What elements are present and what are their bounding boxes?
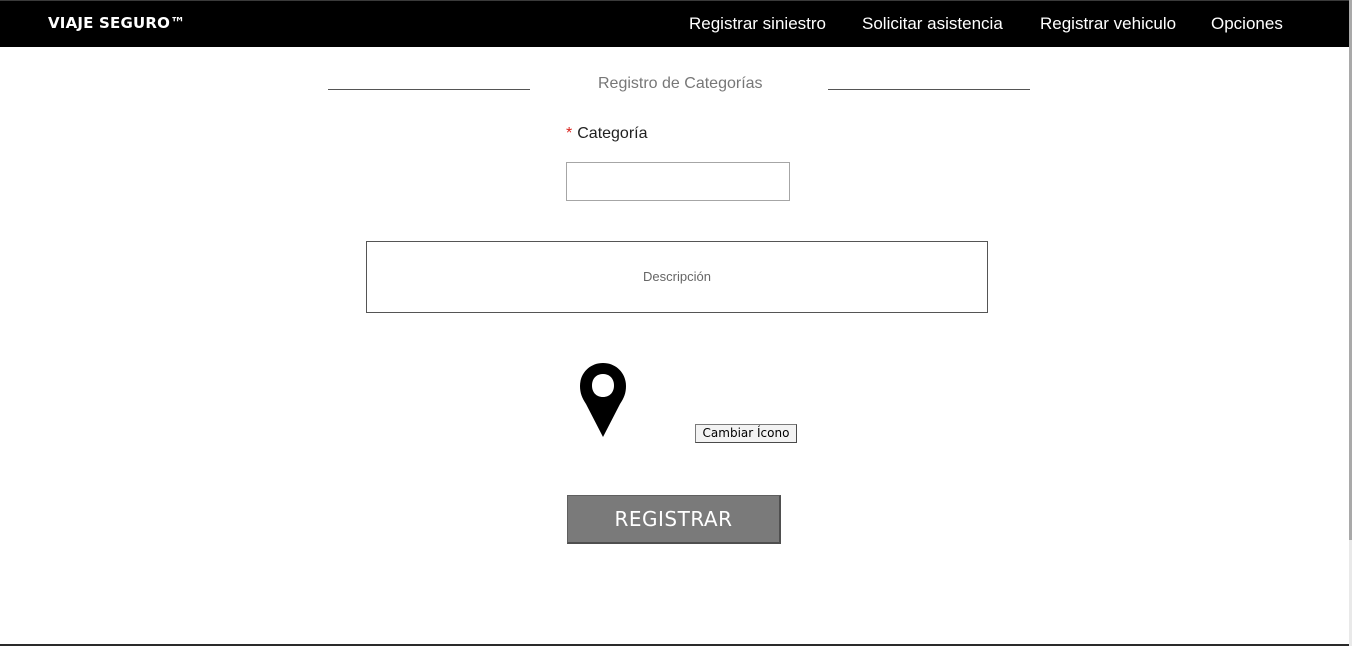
page: VIAJE SEGURO™ Registrar siniestro Solici… [0, 0, 1352, 646]
description-textarea[interactable] [366, 241, 988, 313]
category-input[interactable] [566, 162, 790, 201]
top-navbar: VIAJE SEGURO™ Registrar siniestro Solici… [0, 0, 1349, 47]
brand-logo[interactable]: VIAJE SEGURO™ [48, 14, 185, 32]
nav-item-registrar-vehiculo[interactable]: Registrar vehiculo [1040, 14, 1176, 34]
title-divider-left [328, 89, 530, 90]
category-label-text: Categoría [577, 125, 648, 142]
nav-item-solicitar-asistencia[interactable]: Solicitar asistencia [862, 14, 1003, 34]
nav-item-opciones[interactable]: Opciones [1211, 14, 1283, 34]
title-divider-right [828, 89, 1030, 90]
page-title: Registro de Categorías [598, 75, 763, 92]
register-button[interactable]: REGISTRAR [567, 495, 781, 544]
map-pin-icon [580, 363, 626, 437]
category-label: * Categoría [566, 125, 648, 143]
nav-item-registrar-siniestro[interactable]: Registrar siniestro [689, 14, 826, 34]
change-icon-button[interactable]: Cambiar Ícono [695, 424, 797, 443]
required-marker: * [566, 125, 573, 142]
